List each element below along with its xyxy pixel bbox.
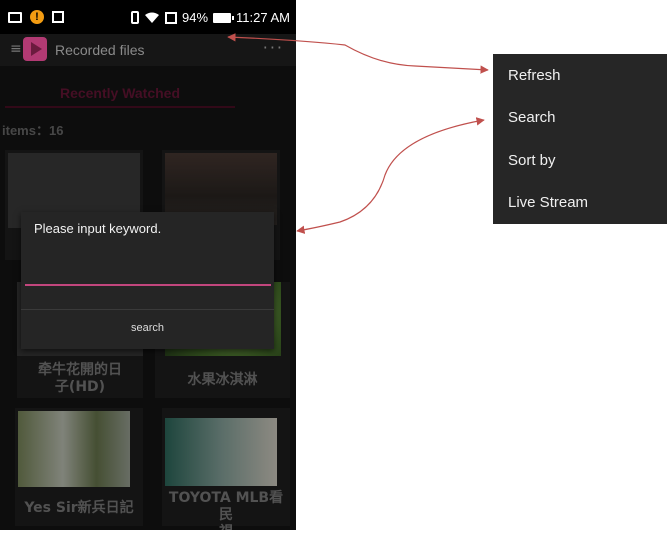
callout-arrows — [227, 33, 489, 234]
arrow-menu-to-overflow — [227, 33, 489, 74]
arrow-search-to-dialog — [296, 117, 485, 234]
